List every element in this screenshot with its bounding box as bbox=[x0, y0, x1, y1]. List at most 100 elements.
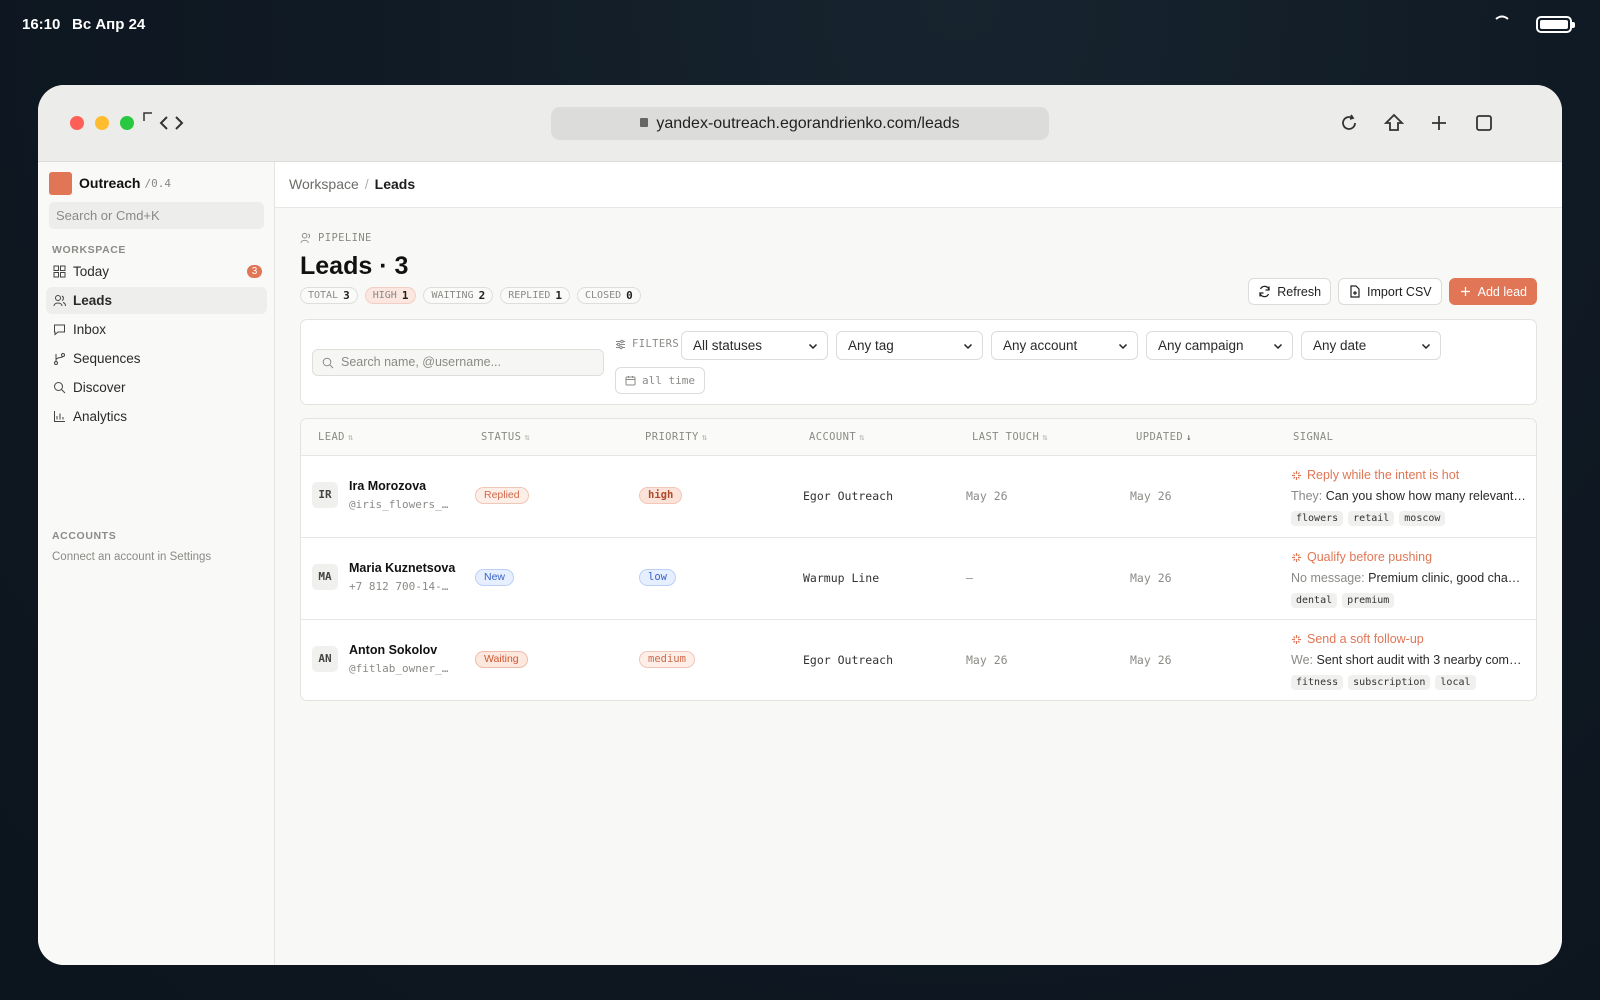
counter-closed[interactable]: CLOSED 0 bbox=[577, 287, 641, 304]
account-filter-select[interactable]: Any account bbox=[991, 331, 1138, 360]
counter-value: 1 bbox=[401, 289, 409, 302]
new-tab-icon[interactable] bbox=[1428, 112, 1450, 134]
reload-icon[interactable] bbox=[1338, 112, 1360, 134]
column-header-lead[interactable]: LEAD ⇅ bbox=[318, 431, 354, 443]
updated-cell: May 26 bbox=[1130, 571, 1172, 585]
lead-handle: +7 812 700-14-22 bbox=[349, 580, 453, 593]
sidebar-item-discover[interactable]: Discover bbox=[46, 374, 267, 401]
column-header-updated[interactable]: UPDATED ↓ bbox=[1136, 431, 1192, 443]
tag[interactable]: local bbox=[1435, 675, 1476, 690]
brand[interactable]: Outreach /0.4 bbox=[49, 171, 171, 195]
breadcrumb-bar: Workspace / Leads bbox=[275, 162, 1562, 208]
sort-icon: ⇅ bbox=[1042, 433, 1049, 443]
address-bar[interactable]: yandex-outreach.egorandrienko.com/leads bbox=[551, 107, 1049, 140]
browser-toolbar: yandex-outreach.egorandrienko.com/leads bbox=[38, 85, 1562, 162]
counter-replied[interactable]: REPLIED 1 bbox=[500, 287, 571, 304]
sidebar-item-label: Sequences bbox=[73, 351, 141, 366]
site-info-icon bbox=[640, 118, 649, 127]
status-badge: Waiting bbox=[475, 651, 528, 668]
date-range-chip[interactable]: all time bbox=[615, 367, 705, 394]
column-header-priority[interactable]: PRIORITY ⇅ bbox=[645, 431, 708, 443]
back-icon[interactable] bbox=[159, 115, 169, 131]
lead-name[interactable]: Ira Morozova bbox=[349, 479, 426, 493]
signal-title: Reply while the intent is hot bbox=[1291, 468, 1459, 482]
tag[interactable]: flowers bbox=[1291, 511, 1344, 526]
signal-message: They: Can you show how many relevant lea… bbox=[1291, 489, 1527, 503]
column-header-status[interactable]: STATUS ⇅ bbox=[481, 431, 530, 443]
tag[interactable]: retail bbox=[1348, 511, 1395, 526]
lead-name[interactable]: Anton Sokolov bbox=[349, 643, 437, 657]
status-badge: New bbox=[475, 569, 515, 586]
column-header-last-touch[interactable]: LAST TOUCH ⇅ bbox=[972, 431, 1048, 443]
sidebar-item-label: Discover bbox=[73, 380, 126, 395]
column-label: STATUS bbox=[481, 431, 522, 443]
sidebar-item-sequences[interactable]: Sequences bbox=[46, 345, 267, 372]
tag-list: flowers retail moscow bbox=[1291, 511, 1446, 526]
tabs-overview-icon[interactable] bbox=[1473, 112, 1495, 134]
sort-desc-icon: ↓ bbox=[1186, 433, 1192, 443]
priority-badge: medium bbox=[639, 651, 695, 668]
search-placeholder: Search name, @username... bbox=[341, 355, 501, 369]
updated-cell: May 26 bbox=[1130, 489, 1172, 503]
tag[interactable]: premium bbox=[1342, 593, 1395, 608]
forward-icon[interactable] bbox=[174, 115, 184, 131]
counter-total[interactable]: TOTAL 3 bbox=[300, 287, 358, 304]
select-value: Any date bbox=[1313, 338, 1367, 353]
sidebar-item-today[interactable]: Today 3 bbox=[46, 258, 267, 285]
sidebar-item-inbox[interactable]: Inbox bbox=[46, 316, 267, 343]
maximize-window-button[interactable] bbox=[120, 116, 134, 130]
accounts-empty-note: Connect an account in Settings bbox=[52, 551, 212, 563]
breadcrumb-workspace[interactable]: Workspace bbox=[289, 176, 359, 192]
tag[interactable]: subscription bbox=[1348, 675, 1431, 690]
sidebar-item-label: Analytics bbox=[73, 409, 128, 424]
sidebar-toggle-icon[interactable] bbox=[142, 111, 154, 123]
sliders-icon bbox=[616, 339, 625, 349]
import-csv-button[interactable]: Import CSV bbox=[1338, 278, 1442, 305]
users-icon bbox=[300, 232, 311, 244]
tag[interactable]: fitness bbox=[1291, 675, 1344, 690]
tag[interactable]: dental bbox=[1291, 593, 1338, 608]
add-lead-button[interactable]: Add lead bbox=[1448, 278, 1537, 305]
sort-icon: ⇅ bbox=[701, 433, 708, 443]
counter-value: 2 bbox=[478, 289, 486, 302]
close-window-button[interactable] bbox=[70, 116, 84, 130]
counter-waiting[interactable]: WAITING 2 bbox=[423, 287, 494, 304]
signal-text: Can you show how many relevant leads you… bbox=[1325, 489, 1527, 503]
clock: 16:10 bbox=[22, 16, 61, 33]
signal-title-text: Send a soft follow-up bbox=[1307, 632, 1424, 646]
button-label: Refresh bbox=[1277, 284, 1322, 299]
today-count-badge: 3 bbox=[247, 265, 262, 278]
table-row[interactable]: AN Anton Sokolov @fitlab_owner_spb Waiti… bbox=[301, 620, 1536, 700]
counter-high[interactable]: HIGH 1 bbox=[364, 287, 417, 304]
sort-icon: ⇅ bbox=[524, 433, 531, 443]
tag[interactable]: moscow bbox=[1399, 511, 1446, 526]
sparkle-icon bbox=[1292, 470, 1301, 480]
sidebar-item-leads[interactable]: Leads bbox=[46, 287, 267, 314]
last-touch-cell: May 26 bbox=[966, 489, 1008, 503]
sidebar-item-analytics[interactable]: Analytics bbox=[46, 403, 267, 430]
counter-label: WAITING bbox=[431, 290, 474, 301]
priority-badge: low bbox=[639, 569, 676, 586]
counter-label: CLOSED bbox=[585, 290, 622, 301]
date-filter-select[interactable]: Any date bbox=[1301, 331, 1441, 360]
minimize-window-button[interactable] bbox=[95, 116, 109, 130]
sort-icon: ⇅ bbox=[347, 433, 354, 443]
status-filter-select[interactable]: All statuses bbox=[681, 331, 828, 360]
counter-value: 3 bbox=[343, 289, 350, 302]
column-header-account[interactable]: ACCOUNT ⇅ bbox=[809, 431, 865, 443]
table-row[interactable]: MA Maria Kuznetsova +7 812 700-14-22 New… bbox=[301, 538, 1536, 620]
lead-search-input[interactable]: Search name, @username... bbox=[312, 349, 604, 376]
wifi-icon bbox=[1495, 15, 1509, 20]
button-label: Add lead bbox=[1477, 284, 1527, 299]
refresh-button[interactable]: Refresh bbox=[1248, 278, 1332, 305]
campaign-filter-select[interactable]: Any campaign bbox=[1146, 331, 1293, 360]
share-icon[interactable] bbox=[1383, 112, 1405, 134]
table-row[interactable]: IR Ira Morozova @iris_flowers_msk Replie… bbox=[301, 456, 1536, 538]
counter-value: 1 bbox=[555, 289, 563, 302]
users-icon bbox=[53, 295, 66, 307]
status-badge: Replied bbox=[475, 487, 529, 504]
command-search-input[interactable]: Search or Cmd+K bbox=[49, 202, 264, 229]
tag-filter-select[interactable]: Any tag bbox=[836, 331, 983, 360]
lead-name[interactable]: Maria Kuznetsova bbox=[349, 561, 455, 575]
tag-list: fitness subscription local bbox=[1291, 675, 1476, 690]
